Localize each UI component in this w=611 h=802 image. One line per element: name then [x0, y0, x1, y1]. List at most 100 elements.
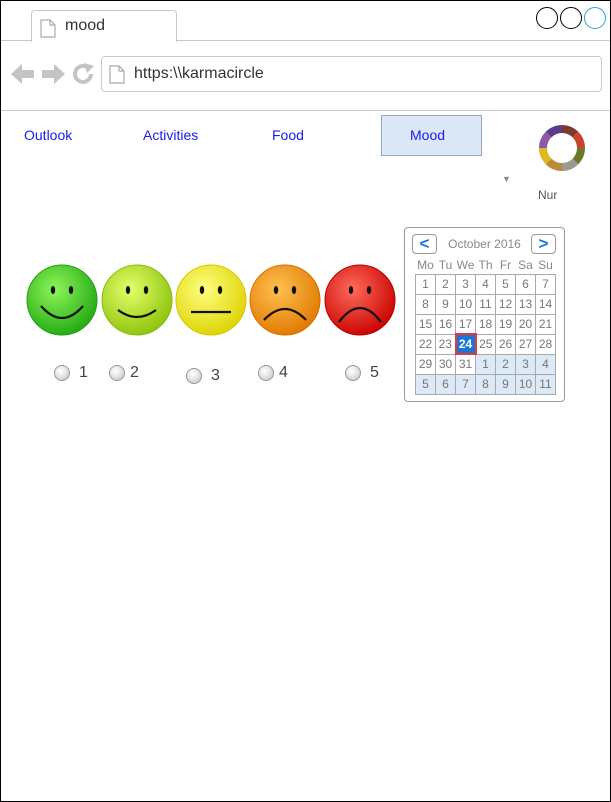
- calendar-day[interactable]: 28: [535, 333, 556, 355]
- nav-activities[interactable]: Activities: [143, 127, 198, 143]
- browser-toolbar: https:\\karmacircle: [1, 41, 610, 111]
- calendar-day[interactable]: 30: [435, 353, 456, 375]
- calendar-day-next-month[interactable]: 1: [475, 353, 496, 375]
- chevron-down-icon[interactable]: ▼: [502, 174, 511, 184]
- weekday-label: Tu: [438, 257, 453, 272]
- calendar-day-next-month[interactable]: 9: [495, 373, 516, 395]
- calendar-day-next-month[interactable]: 11: [535, 373, 556, 395]
- calendar-day[interactable]: 16: [435, 313, 456, 335]
- calendar-day[interactable]: 19: [495, 313, 516, 335]
- calendar-day-next-month[interactable]: 6: [435, 373, 456, 395]
- very-happy-face-icon[interactable]: [26, 264, 98, 336]
- calendar-day[interactable]: 22: [415, 333, 436, 355]
- calendar-day[interactable]: 7: [535, 273, 556, 295]
- forward-arrow-icon[interactable]: [41, 63, 65, 90]
- calendar-day-next-month[interactable]: 4: [535, 353, 556, 375]
- weekday-row: Mo Tu We Th Fr Sa Su: [416, 256, 556, 274]
- calendar-day[interactable]: 6: [515, 273, 536, 295]
- date-picker: October 2016 < > Mo Tu We Th Fr Sa Su 1: [404, 227, 565, 402]
- neutral-face-icon[interactable]: [175, 264, 247, 336]
- calendar-grid: Mo Tu We Th Fr Sa Su 1 2 3 4 5 6 7 8 9 1…: [415, 256, 556, 395]
- nav-food[interactable]: Food: [272, 127, 304, 143]
- calendar-day[interactable]: 2: [435, 273, 456, 295]
- nav-mood[interactable]: Mood: [410, 127, 445, 143]
- mood-option-1[interactable]: 1: [54, 364, 88, 382]
- calendar-day[interactable]: 25: [475, 333, 496, 355]
- calendar-day[interactable]: 9: [435, 293, 456, 315]
- window-controls: [536, 7, 606, 29]
- calendar-day-next-month[interactable]: 5: [415, 373, 436, 395]
- radio-button[interactable]: [54, 365, 70, 381]
- mood-option-5[interactable]: 5: [345, 364, 379, 382]
- calendar-day[interactable]: 15: [415, 313, 436, 335]
- calendar-day[interactable]: 20: [515, 313, 536, 335]
- previous-month-button[interactable]: <: [412, 234, 437, 254]
- very-sad-face-icon[interactable]: [324, 264, 396, 336]
- calendar-day[interactable]: 8: [415, 293, 436, 315]
- calendar-day[interactable]: 21: [535, 313, 556, 335]
- page-icon: [40, 19, 56, 43]
- calendar-week: 1 2 3 4 5 6 7: [415, 273, 556, 295]
- calendar-day[interactable]: 17: [455, 313, 476, 335]
- calendar-week: 5 6 7 8 9 10 11: [415, 373, 556, 395]
- nav-outlook[interactable]: Outlook: [24, 127, 72, 143]
- tab-title: mood: [65, 17, 106, 34]
- calendar-day[interactable]: 3: [455, 273, 476, 295]
- calendar-header: October 2016 < >: [405, 234, 564, 256]
- minimize-button[interactable]: [536, 7, 558, 29]
- calendar-day[interactable]: 29: [415, 353, 436, 375]
- mood-option-2[interactable]: 2: [109, 364, 139, 382]
- maximize-button[interactable]: [560, 7, 582, 29]
- mood-option-4[interactable]: 4: [258, 364, 288, 382]
- weekday-label: Sa: [518, 257, 533, 272]
- avatar[interactable]: [538, 124, 586, 172]
- weekday-label: Mo: [417, 257, 434, 272]
- next-month-button[interactable]: >: [531, 234, 556, 254]
- calendar-day-next-month[interactable]: 10: [515, 373, 536, 395]
- calendar-week: 8 9 10 11 12 13 14: [415, 293, 556, 315]
- radio-label: 1: [79, 364, 88, 381]
- calendar-day[interactable]: 27: [515, 333, 536, 355]
- browser-window: mood https:\\karmacircle Outlook Activit…: [0, 0, 611, 802]
- calendar-day-next-month[interactable]: 7: [455, 373, 476, 395]
- address-bar[interactable]: https:\\karmacircle: [101, 56, 602, 92]
- radio-label: 2: [130, 364, 139, 381]
- calendar-day[interactable]: 18: [475, 313, 496, 335]
- calendar-day[interactable]: 31: [455, 353, 476, 375]
- happy-face-icon[interactable]: [101, 264, 173, 336]
- radio-button[interactable]: [109, 365, 125, 381]
- calendar-day[interactable]: 23: [435, 333, 456, 355]
- sad-face-icon[interactable]: [249, 264, 321, 336]
- page-icon: [109, 65, 125, 89]
- reload-icon[interactable]: [72, 63, 96, 90]
- calendar-day-selected[interactable]: 24: [454, 333, 477, 355]
- calendar-day[interactable]: 12: [495, 293, 516, 315]
- calendar-day-next-month[interactable]: 8: [475, 373, 496, 395]
- calendar-day[interactable]: 1: [415, 273, 436, 295]
- radio-button[interactable]: [345, 365, 361, 381]
- calendar-day[interactable]: 26: [495, 333, 516, 355]
- calendar-week: 15 16 17 18 19 20 21: [415, 313, 556, 335]
- calendar-day[interactable]: 13: [515, 293, 536, 315]
- user-name: Nur: [538, 188, 558, 202]
- radio-button[interactable]: [258, 365, 274, 381]
- calendar-day-next-month[interactable]: 3: [515, 353, 536, 375]
- calendar-day[interactable]: 4: [475, 273, 496, 295]
- weekday-label: Fr: [499, 257, 512, 272]
- calendar-day[interactable]: 11: [475, 293, 496, 315]
- calendar-week: 22 23 24 25 26 27 28: [415, 333, 556, 355]
- weekday-label: Th: [478, 257, 493, 272]
- url-text: https:\\karmacircle: [134, 65, 264, 82]
- back-arrow-icon[interactable]: [11, 63, 35, 90]
- calendar-day-next-month[interactable]: 2: [495, 353, 516, 375]
- calendar-day[interactable]: 5: [495, 273, 516, 295]
- mood-option-3[interactable]: 3: [186, 367, 220, 385]
- browser-tab[interactable]: mood: [31, 10, 177, 42]
- radio-label: 5: [370, 364, 379, 381]
- radio-label: 3: [211, 367, 220, 384]
- close-button[interactable]: [584, 7, 606, 29]
- weekday-label: We: [456, 257, 475, 272]
- calendar-day[interactable]: 14: [535, 293, 556, 315]
- radio-button[interactable]: [186, 368, 202, 384]
- calendar-day[interactable]: 10: [455, 293, 476, 315]
